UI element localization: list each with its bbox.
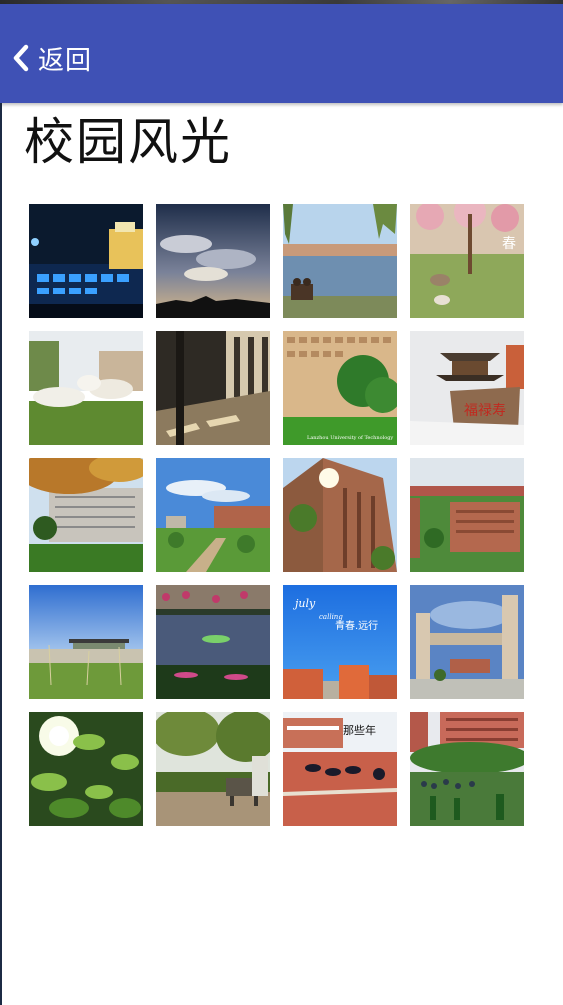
svg-text:那些年: 那些年 [343, 723, 376, 737]
photo-campus-aerial[interactable] [410, 458, 524, 572]
photo-white-geese-lawn[interactable] [29, 331, 143, 445]
photo-pavilion-rock[interactable]: 福禄寿 [410, 331, 524, 445]
svg-text:Lanzhou University of Technolo: Lanzhou University of Technology [307, 435, 393, 441]
photo-lotus-pond[interactable] [156, 585, 270, 699]
back-label: 返回 [38, 45, 93, 76]
svg-text:春: 春 [502, 236, 516, 252]
svg-text:青春.远行: 青春.远行 [335, 619, 378, 632]
photo-sunlit-tower[interactable] [283, 458, 397, 572]
back-button[interactable]: 返回 [10, 38, 92, 78]
photo-youth-poster[interactable]: july calling 青春.远行 [283, 585, 397, 699]
photo-campus-gate[interactable] [410, 585, 524, 699]
photo-crowd-buildings[interactable] [410, 712, 524, 826]
photo-bench-trees[interactable] [156, 712, 270, 826]
photo-night-building[interactable] [29, 204, 143, 318]
photo-corridor-shadows[interactable] [156, 331, 270, 445]
photo-autumn-tree-building[interactable] [29, 458, 143, 572]
photo-stadium-grass[interactable] [29, 585, 143, 699]
svg-text:calling: calling [319, 613, 343, 621]
photo-lake-willows[interactable] [283, 204, 397, 318]
page-title: 校园风光 [24, 113, 232, 171]
photo-peach-blossom-geese[interactable]: 春 [410, 204, 524, 318]
photo-ginkgo-sunlight[interactable] [29, 712, 143, 826]
photo-cloudy-sky[interactable] [156, 204, 270, 318]
photo-blue-sky-campus[interactable] [156, 458, 270, 572]
window-edge [0, 103, 2, 1005]
chevron-left-icon [13, 44, 29, 72]
svg-text:福禄寿: 福禄寿 [464, 402, 506, 419]
svg-text:july: july [292, 597, 316, 610]
photo-dormitory-trees[interactable]: Lanzhou University of Technology [283, 331, 397, 445]
app-bar: 返回 [0, 4, 563, 103]
photo-graduation-track[interactable]: 那些年 [283, 712, 397, 826]
